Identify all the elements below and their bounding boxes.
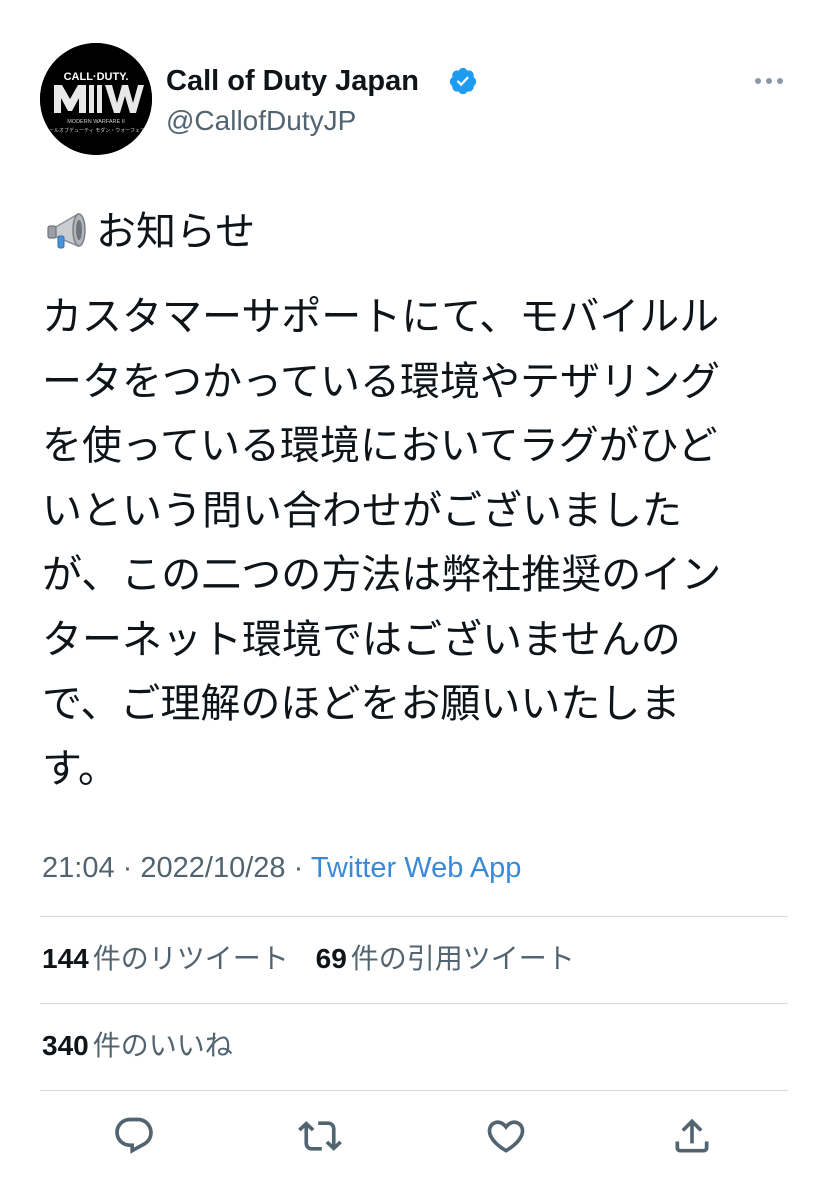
tweet-time[interactable]: 21:04	[42, 852, 115, 884]
likes-stats: 340 件のいいね	[42, 1028, 233, 1064]
like-button[interactable]	[484, 1114, 528, 1158]
retweets-count: 144	[42, 943, 89, 974]
divider	[40, 1090, 788, 1091]
tweet-heading: お知らせ	[44, 204, 255, 260]
tweet-body-line: カスタマーサポートにて、モバイルル	[42, 294, 720, 340]
tweet-date[interactable]: 2022/10/28	[140, 852, 285, 884]
like-icon	[487, 1120, 525, 1153]
tweet-heading-text: お知らせ	[96, 209, 256, 255]
tweet-source-link[interactable]: Twitter Web App	[311, 852, 522, 884]
svg-text:MODERN WARFARE II: MODERN WARFARE II	[67, 119, 125, 125]
tweet-metadata: 21:04 · 2022/10/28 · Twitter Web App	[42, 850, 521, 886]
tweet-body-line: ターネット環境ではございませんの	[42, 616, 681, 663]
tweet-body-line: が、この二つの方法は弊社推奨のイン	[42, 552, 722, 598]
share-button[interactable]	[670, 1114, 714, 1158]
tweet-body-line: いという問い合わせがございました	[42, 487, 682, 534]
reply-icon	[115, 1117, 153, 1154]
megaphone-icon	[47, 212, 86, 249]
likes-count: 340	[42, 1030, 89, 1061]
tweet-body: カスタマーサポートにて、モバイルル ータをつかっている環境やテザリング を使って…	[42, 285, 792, 801]
quotes-label: 件の引用ツイート	[350, 942, 575, 975]
reply-button[interactable]	[112, 1114, 156, 1158]
retweet-icon	[298, 1121, 342, 1151]
meta-separator: ·	[122, 852, 133, 884]
tweet-body-line: す。	[42, 745, 118, 792]
user-handle[interactable]: @CallofDutyJP	[166, 104, 356, 138]
retweet-quote-stats: 144 件のリツイート 69 件の引用ツイート	[42, 941, 575, 977]
divider	[40, 1003, 788, 1004]
meta-separator: ·	[293, 852, 304, 884]
divider	[40, 916, 788, 917]
tweet-body-line: ータをつかっている環境やテザリング	[42, 358, 720, 405]
display-name[interactable]: Call of Duty Japan	[166, 64, 419, 98]
verified-badge-icon	[449, 67, 477, 95]
retweets-stat[interactable]: 144 件のリツイート	[42, 942, 298, 975]
tweet-body-line: を使っている環境においてラグがひど	[42, 423, 718, 469]
likes-stat[interactable]: 340 件のいいね	[42, 1029, 233, 1062]
retweet-button[interactable]	[298, 1114, 342, 1158]
svg-text:コールオブデューティ モダン・ウォーフェアII: コールオブデューティ モダン・ウォーフェアII	[44, 127, 148, 134]
quotes-stat[interactable]: 69 件の引用ツイート	[316, 942, 575, 975]
svg-text:CALL·DUTY.: CALL·DUTY.	[64, 71, 129, 83]
share-icon	[675, 1118, 709, 1153]
more-options-icon[interactable]	[748, 70, 790, 92]
tweet-action-bar	[40, 1108, 788, 1164]
call-of-duty-logo: CALL·DUTY. MODERN WARFARE II コールオブデューティ …	[40, 43, 152, 155]
tweet-body-line: で、ご理解のほどをお願いいたしま	[42, 681, 681, 727]
retweets-label: 件のリツイート	[92, 942, 289, 975]
likes-label: 件のいいね	[92, 1029, 233, 1062]
avatar[interactable]: CALL·DUTY. MODERN WARFARE II コールオブデューティ …	[40, 43, 152, 155]
quotes-count: 69	[315, 943, 347, 974]
